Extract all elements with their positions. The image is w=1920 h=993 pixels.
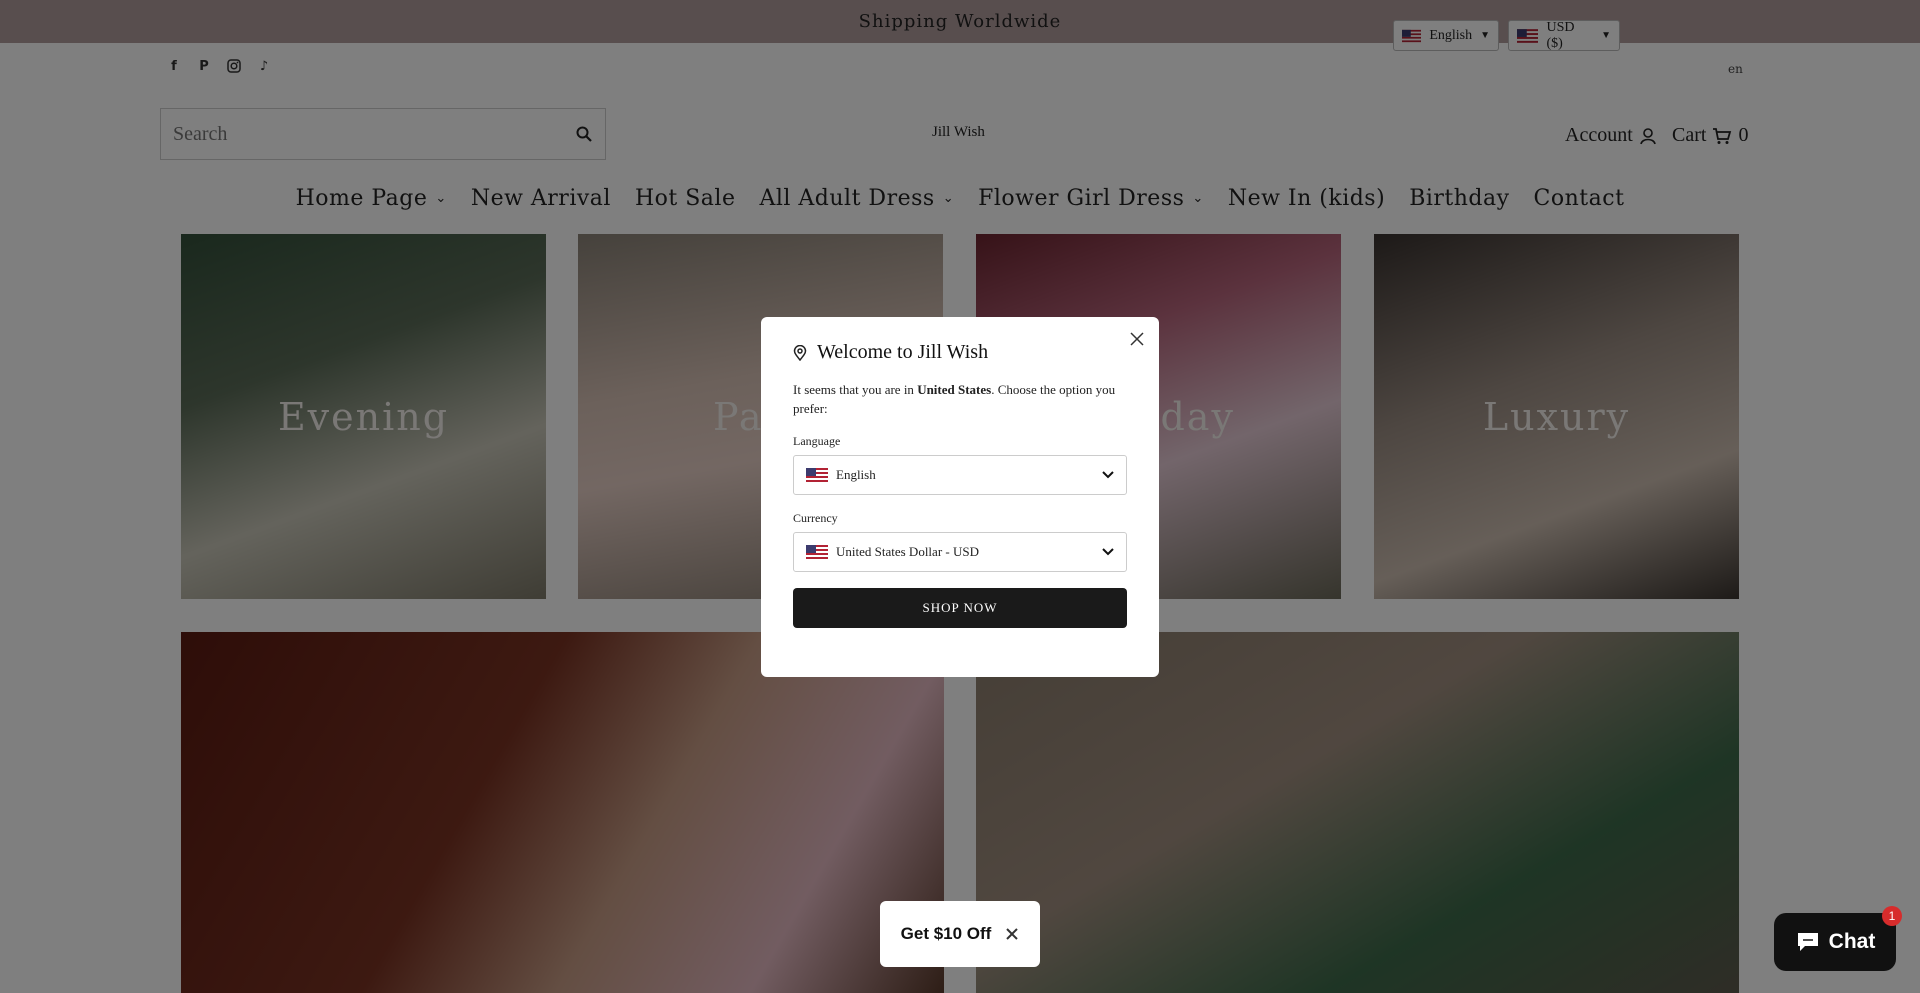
chevron-down-icon (1102, 471, 1114, 479)
discount-promo[interactable]: Get $10 Off (880, 901, 1040, 967)
us-flag-icon (806, 468, 828, 482)
welcome-modal: Welcome to Jill Wish It seems that you a… (761, 317, 1159, 677)
chat-bubble-icon (1797, 933, 1818, 951)
chat-button[interactable]: Chat (1774, 913, 1896, 971)
modal-language-select[interactable]: English (793, 455, 1127, 495)
modal-message: It seems that you are in United States. … (793, 380, 1127, 418)
shop-now-button[interactable]: SHOP NOW (793, 588, 1127, 628)
us-flag-icon (806, 545, 828, 559)
language-label: Language (793, 434, 841, 448)
modal-currency-select[interactable]: United States Dollar - USD (793, 532, 1127, 572)
close-icon[interactable] (1005, 927, 1019, 941)
chat-label: Chat (1828, 930, 1876, 953)
modal-title: Welcome to Jill Wish (817, 341, 989, 363)
modal-message-prefix: It seems that you are in (793, 382, 918, 397)
modal-message-country: United States (917, 382, 992, 397)
promo-label: Get $10 Off (900, 924, 992, 943)
chat-notification-badge: 1 (1882, 906, 1902, 926)
currency-label: Currency (793, 511, 838, 525)
chevron-down-icon (1102, 548, 1114, 556)
currency-value: United States Dollar - USD (836, 544, 979, 559)
language-value: English (836, 467, 876, 482)
close-icon[interactable] (1127, 329, 1147, 349)
location-pin-icon (793, 344, 807, 361)
